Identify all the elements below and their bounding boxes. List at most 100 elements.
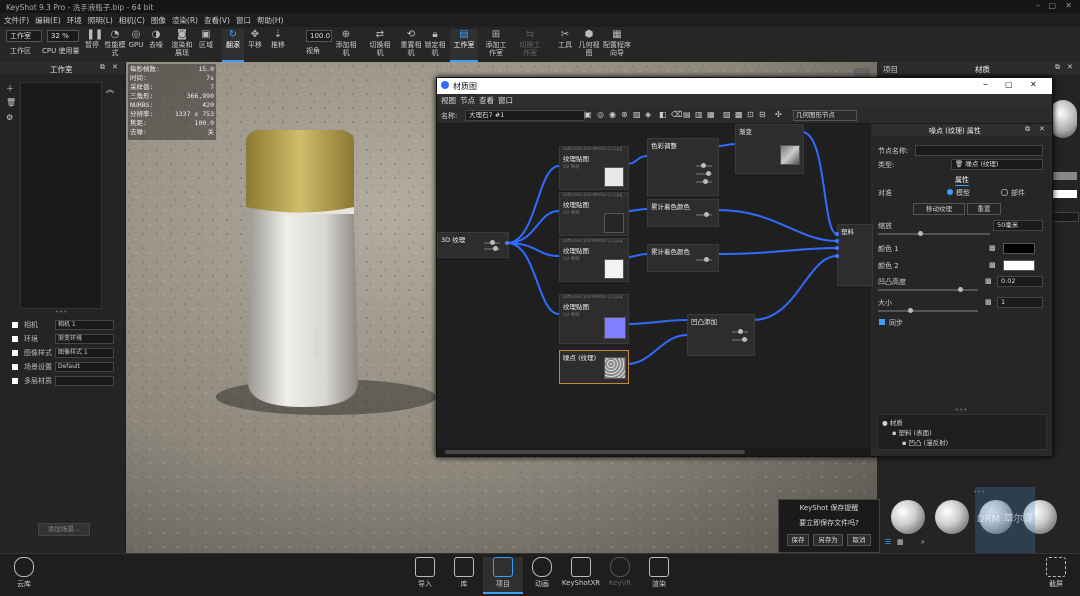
add-icon[interactable]: ＋ — [6, 83, 14, 94]
material-field[interactable] — [1049, 212, 1079, 222]
radio-part[interactable] — [1001, 189, 1008, 196]
list-view-icon[interactable]: ☰ — [885, 538, 891, 546]
material-tree[interactable]: ● 材质 ▪ 塑料 (表面) ▪ 凹凸 (漫反射) — [877, 414, 1047, 450]
node-texture-map-3[interactable]: Diffuse/Color/Metal (1).jpg 纹理贴图 UV 映射 — [559, 238, 629, 282]
add-studio-button[interactable]: ⊞ 添加工作室 — [483, 29, 509, 60]
grid-view-icon[interactable]: ▦ — [897, 538, 904, 546]
radio-model[interactable] — [947, 189, 953, 195]
animation-button[interactable]: 动画 — [522, 557, 562, 589]
render-show-button[interactable]: ◙ 渲染和展现 — [170, 29, 194, 60]
tool-icon[interactable]: ⊟ — [759, 110, 766, 119]
library-button[interactable]: 库 — [444, 557, 484, 589]
tool-icon[interactable]: ▨ — [633, 110, 641, 119]
bump-height-input[interactable]: 0.02 — [997, 276, 1043, 287]
workspace-select[interactable]: 工作室 — [6, 30, 42, 42]
zoom-value[interactable]: 100.0 — [306, 30, 332, 42]
material-swatch[interactable] — [1049, 190, 1077, 198]
splitter-handle[interactable]: ••• — [55, 308, 67, 316]
menu-help[interactable]: 帮助(H) — [257, 15, 284, 26]
node-slider[interactable] — [696, 212, 712, 217]
search-icon[interactable]: ⌕ — [921, 538, 925, 547]
type-select[interactable]: 🗑︎ 噪点 (纹理) — [951, 159, 1043, 170]
close-icon[interactable]: ✕ — [1030, 80, 1037, 89]
save-as-button[interactable]: 另存为 — [813, 534, 843, 546]
menu-lighting[interactable]: 照明(L) — [88, 15, 113, 26]
minimize-icon[interactable]: – — [1036, 1, 1040, 10]
tab-material[interactable]: 材质 — [975, 64, 990, 75]
node-blend-color-2[interactable]: 累计着色颜色 — [647, 244, 719, 272]
node-gradient[interactable]: 渐变 — [735, 124, 804, 174]
import-button[interactable]: 导入 — [405, 557, 445, 589]
node-texture-map-2[interactable]: Diffuse/Color/Metal (1).jpg 纹理贴图 UV 映射 — [559, 192, 629, 236]
checkbox[interactable] — [12, 336, 18, 342]
node-slider[interactable] — [696, 179, 712, 184]
menu-node[interactable]: 节点 — [460, 95, 475, 106]
menu-window[interactable]: 窗口 — [236, 15, 251, 26]
studio-button[interactable]: ▤ 工作室 — [450, 29, 478, 62]
tree-item-material[interactable]: ● 材质 — [882, 417, 903, 427]
geometry-node-button[interactable]: 几何图形节点 — [793, 110, 857, 121]
tool-icon[interactable]: ◈ — [645, 110, 651, 119]
node-slider[interactable] — [696, 257, 712, 262]
tool-icon[interactable]: ▤ — [683, 110, 691, 119]
checkbox[interactable] — [12, 350, 18, 356]
size-input[interactable]: 1 — [997, 297, 1043, 308]
dolly-button[interactable]: ⇣ 推移 — [268, 29, 288, 60]
tool-icon[interactable]: ▩ — [735, 110, 743, 119]
node-texture-map-1[interactable]: Diffuse/Color/Metal (1).jpg 纹理贴图 UV 映射 — [559, 146, 629, 190]
add-scene-button[interactable]: 添加场景... — [38, 523, 90, 536]
node-port[interactable] — [835, 239, 839, 243]
float-icon[interactable]: ⧉ — [1055, 63, 1060, 72]
texture-icon[interactable]: ▩ — [985, 277, 992, 285]
node-plastic-material[interactable]: 塑料 — [837, 224, 873, 286]
color1-swatch[interactable] — [1003, 243, 1035, 254]
render-button[interactable]: 渲染 — [639, 557, 679, 589]
multi-material-select[interactable] — [55, 376, 114, 386]
configurator-wizard-button[interactable]: ▦ 配置程序向导 — [603, 29, 631, 60]
geometry-view-button[interactable]: ⬢ 几何视图 — [578, 29, 600, 60]
maximize-icon[interactable]: ▢ — [1048, 1, 1056, 10]
checkbox[interactable] — [12, 364, 18, 370]
tool-icon[interactable]: ⊛ — [621, 110, 628, 119]
gear-icon[interactable]: ⚙ — [6, 113, 13, 122]
float-icon[interactable]: ⧉ — [100, 63, 105, 72]
tree-item-bump[interactable]: ▪ 凹凸 (漫反射) — [902, 437, 948, 447]
tab-properties[interactable]: 属性 — [955, 175, 969, 186]
camera-select[interactable]: 相机 1 — [55, 320, 114, 330]
tools-button[interactable]: ✂ 工具 — [556, 29, 574, 60]
menu-edit[interactable]: 编辑(E) — [35, 15, 61, 26]
tool-icon[interactable]: ◎ — [597, 110, 604, 119]
scrollbar-thumb[interactable] — [445, 450, 745, 454]
tool-icon[interactable]: ⊡ — [747, 110, 754, 119]
close-panel-icon[interactable]: ✕ — [1067, 63, 1073, 71]
environment-select[interactable]: 渐变环境 — [55, 334, 114, 344]
maximize-icon[interactable]: ▢ — [1005, 80, 1013, 89]
material-thumb[interactable] — [935, 500, 969, 534]
move-texture-button[interactable]: 移动纹理 — [913, 203, 965, 215]
node-noise-texture[interactable]: 噪点 (纹理) — [559, 350, 629, 384]
project-button[interactable]: 项目 — [483, 557, 523, 594]
checkbox[interactable] — [12, 378, 18, 384]
splitter-handle[interactable]: ••• — [955, 406, 967, 414]
menu-render[interactable]: 渲染(R) — [172, 15, 198, 26]
menu-view[interactable]: 查看(V) — [204, 15, 230, 26]
menu-look[interactable]: 查看 — [479, 95, 494, 106]
add-camera-button[interactable]: ⊕ 添加相机 — [335, 29, 357, 60]
cancel-button[interactable]: 取消 — [847, 534, 871, 546]
gpu-button[interactable]: ◎ GPU — [128, 29, 144, 60]
node-3d-texture[interactable]: 3D 纹理 — [437, 232, 509, 258]
material-name-input[interactable]: 大理石7 #1 — [465, 110, 585, 121]
save-icon[interactable]: ▣ — [584, 110, 592, 119]
tool-icon[interactable]: ◉ — [609, 110, 616, 119]
float-icon[interactable]: ⧉ — [1025, 125, 1030, 134]
tool-icon[interactable]: ▧ — [723, 110, 731, 119]
node-port[interactable] — [505, 241, 509, 245]
image-style-select[interactable]: 图像样式 1 — [55, 348, 114, 358]
screenshot-button[interactable]: 截屏 — [1036, 557, 1076, 589]
node-texture-map-4[interactable]: Diffuse/Color/Metal (1).jpg 纹理贴图 UV 映射 — [559, 294, 629, 344]
node-slider[interactable] — [484, 246, 500, 251]
reset-button[interactable]: 重置 — [967, 203, 1001, 215]
material-swatch[interactable] — [1049, 172, 1077, 180]
graph-scrollbar[interactable] — [437, 448, 871, 456]
keyvr-button[interactable]: KeyVR — [600, 557, 640, 587]
